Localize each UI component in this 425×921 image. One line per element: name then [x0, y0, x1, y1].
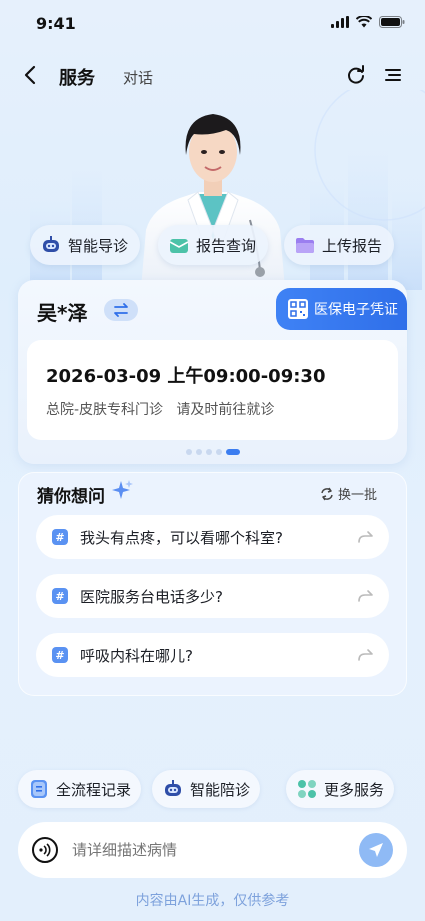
refresh-icon[interactable]	[345, 64, 367, 86]
pager-dot[interactable]	[186, 449, 192, 455]
send-button[interactable]	[359, 833, 393, 867]
tab-chat[interactable]: 对话	[123, 67, 153, 88]
appointment-description: 总院-皮肤专科门诊 请及时前往就诊	[46, 402, 275, 418]
back-icon[interactable]	[20, 64, 42, 86]
insurance-voucher-label: 医保电子凭证	[314, 302, 398, 318]
send-plane-icon	[369, 843, 383, 857]
suggested-questions-title: 猜你想问	[37, 487, 105, 507]
status-time: 9:41	[36, 14, 76, 33]
suggested-question[interactable]: # 医院服务台电话多少?	[36, 574, 389, 618]
wifi-icon	[356, 16, 372, 28]
voice-wave-icon	[39, 843, 51, 857]
full-process-record-label: 全流程记录	[56, 780, 132, 799]
suggested-question[interactable]: # 呼吸内科在哪儿?	[36, 633, 389, 677]
pager-dot[interactable]	[216, 449, 222, 455]
battery-icon	[379, 16, 405, 28]
report-query-label: 报告查询	[196, 236, 257, 255]
switch-patient-button[interactable]	[104, 299, 138, 321]
report-query-chip[interactable]: 报告查询	[158, 225, 269, 265]
ai-disclaimer: 内容由AI生成，仅供参考	[135, 893, 290, 909]
refresh-batch-label: 换一批	[338, 488, 378, 503]
hash-icon: #	[52, 647, 68, 663]
qr-code-icon	[288, 299, 308, 319]
pager-dot-active[interactable]	[226, 449, 240, 455]
suggested-question[interactable]: # 我头有点疼，可以看哪个科室?	[36, 515, 389, 559]
hash-icon: #	[52, 529, 68, 545]
grid-icon	[298, 780, 316, 798]
smart-escort-button[interactable]: 智能陪诊	[152, 770, 261, 808]
pager-dot[interactable]	[206, 449, 212, 455]
status-icons	[331, 16, 405, 28]
question-text: 医院服务台电话多少?	[80, 587, 223, 606]
send-arrow-icon	[358, 590, 373, 602]
carousel-pager	[186, 449, 240, 455]
voice-input-button[interactable]	[32, 837, 58, 863]
smart-escort-label: 智能陪诊	[190, 780, 251, 799]
appointment-time: 2026-03-09 上午09:00-09:30	[46, 366, 326, 387]
more-services-button[interactable]: 更多服务	[286, 770, 395, 808]
doctor-avatar	[140, 114, 286, 300]
sparkle-icon	[112, 480, 133, 499]
smart-triage-chip[interactable]: 智能导诊	[30, 225, 141, 265]
message-input-bar	[18, 822, 407, 878]
patient-name: 吴*泽	[37, 301, 88, 325]
upload-report-label: 上传报告	[322, 236, 383, 255]
robot-icon	[165, 780, 181, 796]
robot-icon	[40, 234, 62, 256]
send-arrow-icon	[358, 531, 373, 543]
send-arrow-icon	[358, 649, 373, 661]
upload-report-chip[interactable]: 上传报告	[284, 225, 395, 265]
signal-icon	[331, 16, 349, 28]
full-process-record-button[interactable]: 全流程记录	[18, 770, 142, 808]
symptom-input[interactable]	[72, 841, 359, 859]
menu-icon[interactable]	[383, 64, 403, 86]
insurance-voucher-button[interactable]: 医保电子凭证	[276, 288, 407, 330]
refresh-small-icon	[321, 487, 333, 500]
refresh-batch-button[interactable]: 换一批	[320, 484, 377, 503]
more-services-label: 更多服务	[324, 780, 385, 799]
swap-arrows-icon	[114, 303, 128, 317]
folder-icon	[294, 234, 316, 256]
tab-service[interactable]: 服务	[59, 64, 95, 90]
appointment-detail-box[interactable]	[27, 340, 398, 440]
question-text: 我头有点疼，可以看哪个科室?	[80, 528, 283, 547]
report-envelope-icon	[168, 234, 190, 256]
record-icon	[31, 780, 47, 798]
pager-dot[interactable]	[196, 449, 202, 455]
hash-icon: #	[52, 588, 68, 604]
smart-triage-label: 智能导诊	[68, 236, 129, 255]
question-text: 呼吸内科在哪儿?	[80, 646, 193, 665]
